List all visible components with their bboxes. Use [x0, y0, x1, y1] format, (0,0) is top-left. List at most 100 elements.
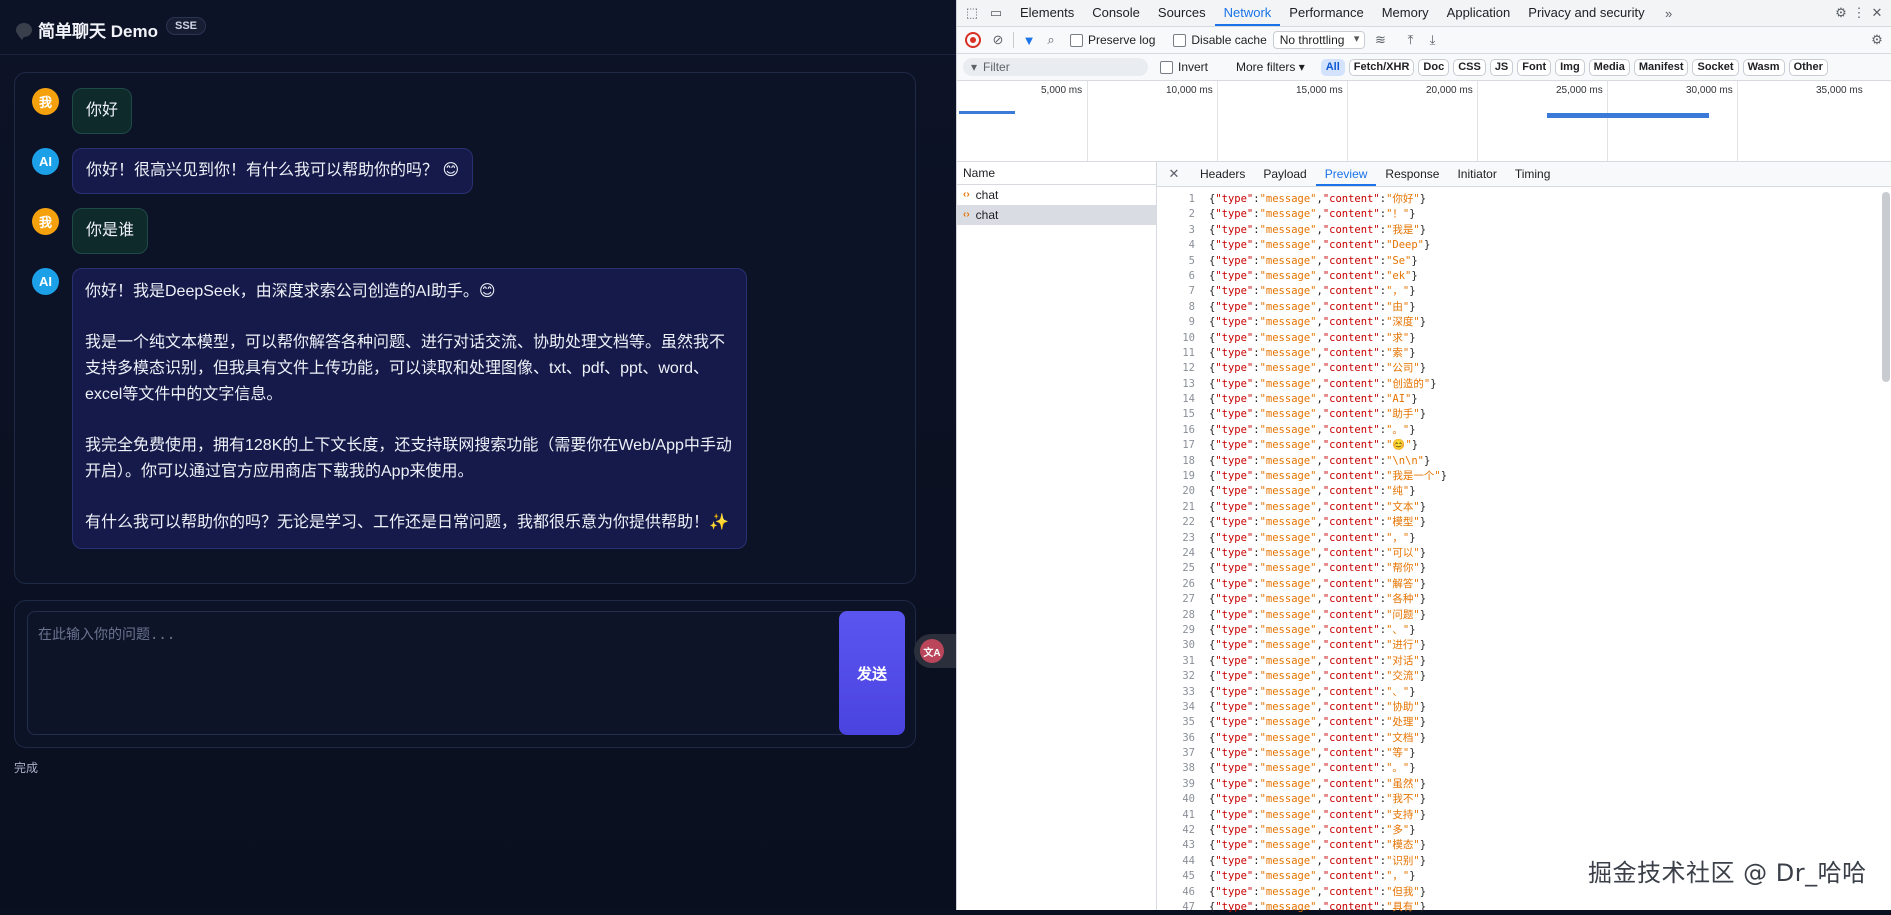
preview-line: 19 {"type":"message","content":"我是一个"} — [1157, 469, 1877, 484]
tab-initiator[interactable]: Initiator — [1448, 162, 1505, 186]
preview-line-text: {"type":"message","content":"索"} — [1209, 346, 1416, 359]
line-number: 30 — [1182, 639, 1195, 652]
network-settings-icon[interactable]: ⚙ — [1868, 31, 1886, 49]
tab-network[interactable]: Network — [1214, 0, 1281, 26]
preview-line-text: {"type":"message","content":"可以"} — [1209, 546, 1427, 559]
status-text: 完成 — [14, 761, 39, 775]
name-column-header[interactable]: Name — [957, 162, 1156, 185]
message-text: 你好！很高兴见到你！有什么我可以帮助你的吗？ 😊 — [86, 162, 460, 179]
vertical-scrollbar[interactable] — [1882, 192, 1890, 382]
preview-line-text: {"type":"message","content":"公司"} — [1209, 362, 1427, 375]
preview-line-text: {"type":"message","content":"AI"} — [1209, 393, 1418, 406]
filter-chip-fetch-xhr[interactable]: Fetch/XHR — [1348, 58, 1415, 76]
translate-extension-button[interactable]: 文A — [914, 634, 958, 668]
filter-chip-wasm[interactable]: Wasm — [1742, 58, 1785, 76]
line-number: 14 — [1182, 393, 1195, 406]
import-har-icon[interactable]: ⤒ — [1401, 31, 1419, 49]
inspect-element-icon[interactable]: ⬚ — [963, 4, 981, 22]
fetch-request-icon: ‹› — [963, 189, 970, 200]
filter-chip-css[interactable]: CSS — [1453, 58, 1486, 76]
line-number: 39 — [1182, 777, 1195, 790]
line-number: 35 — [1182, 716, 1195, 729]
invert-checkbox[interactable]: Invert — [1160, 60, 1208, 74]
preview-line: 24 {"type":"message","content":"可以"} — [1157, 546, 1877, 561]
record-icon[interactable] — [965, 32, 981, 48]
request-name: chat — [975, 208, 999, 222]
preview-line: 47 {"type":"message","content":"具有"} — [1157, 900, 1877, 915]
preview-code[interactable]: 1 {"type":"message","content":"你好"} 2 {"typ… — [1157, 192, 1877, 915]
timeline-gridline — [1087, 81, 1088, 161]
clear-icon[interactable]: ⊘ — [989, 31, 1007, 49]
preview-line-text: {"type":"message","content":"等"} — [1209, 747, 1416, 760]
filter-chip-socket[interactable]: Socket — [1692, 58, 1739, 76]
preview-line: 38 {"type":"message","content":"。"} — [1157, 761, 1877, 776]
line-number: 44 — [1182, 854, 1195, 867]
filter-chip-font[interactable]: Font — [1517, 58, 1552, 76]
question-input[interactable] — [28, 612, 848, 734]
preview-line: 1 {"type":"message","content":"你好"} — [1157, 192, 1877, 207]
tab-console[interactable]: Console — [1083, 0, 1149, 26]
preview-line-text: {"type":"message","content":"，"} — [1209, 285, 1416, 298]
tab-elements[interactable]: Elements — [1011, 0, 1083, 26]
filter-chip-other[interactable]: Other — [1788, 58, 1828, 76]
filter-chip-manifest[interactable]: Manifest — [1633, 58, 1689, 76]
tab-headers[interactable]: Headers — [1191, 162, 1254, 186]
filter-funnel-icon[interactable]: ▼ — [1020, 31, 1038, 49]
detail-tab-bar: ✕ Headers Payload Preview Response Initi… — [1157, 162, 1891, 187]
device-toolbar-icon[interactable]: ▭ — [987, 4, 1005, 22]
filter-input[interactable]: ▾ Filter — [963, 58, 1148, 76]
request-row-selected[interactable]: ‹› chat — [957, 205, 1156, 225]
preview-line: 10 {"type":"message","content":"求"} — [1157, 331, 1877, 346]
user-message: 你是谁 — [72, 208, 149, 254]
preview-line-text: {"type":"message","content":"。"} — [1209, 762, 1416, 775]
filter-chip-js[interactable]: JS — [1489, 58, 1514, 76]
line-number: 40 — [1182, 793, 1195, 806]
timeline-gridline — [1477, 81, 1478, 161]
settings-gear-icon[interactable]: ⚙ — [1832, 4, 1850, 22]
preview-line: 18 {"type":"message","content":"\n\n"} — [1157, 454, 1877, 469]
preview-line-text: {"type":"message","content":"协助"} — [1209, 700, 1427, 713]
kebab-menu-icon[interactable]: ⋮ — [1850, 4, 1868, 22]
filter-chip-img[interactable]: Img — [1555, 58, 1585, 76]
more-tabs-icon[interactable]: » — [1660, 4, 1678, 22]
line-number: 9 — [1188, 316, 1195, 329]
preview-line-text: {"type":"message","content":"！"} — [1209, 208, 1416, 221]
preview-line-text: {"type":"message","content":"我是"} — [1209, 223, 1427, 236]
tab-memory[interactable]: Memory — [1373, 0, 1438, 26]
tab-privacy-security[interactable]: Privacy and security — [1519, 0, 1653, 26]
preview-line: 30 {"type":"message","content":"进行"} — [1157, 638, 1877, 653]
preview-line: 41 {"type":"message","content":"支持"} — [1157, 808, 1877, 823]
filter-chip-media[interactable]: Media — [1588, 58, 1630, 76]
timeline-tick-label: 5,000 ms — [1041, 85, 1083, 96]
tab-sources[interactable]: Sources — [1149, 0, 1215, 26]
preview-line: 25 {"type":"message","content":"帮你"} — [1157, 561, 1877, 576]
close-detail-icon[interactable]: ✕ — [1165, 165, 1183, 183]
preserve-log-checkbox[interactable]: Preserve log — [1070, 33, 1155, 47]
filter-chip-doc[interactable]: Doc — [1418, 58, 1450, 76]
network-timeline[interactable]: 5,000 ms 10,000 ms 15,000 ms 20,000 ms 2… — [957, 81, 1891, 162]
disable-cache-checkbox[interactable]: Disable cache — [1173, 33, 1267, 47]
tab-timing[interactable]: Timing — [1506, 162, 1560, 186]
preview-line-text: {"type":"message","content":"模型"} — [1209, 516, 1427, 529]
network-toolbar: ⊘ ▼ ⌕ Preserve log Disable cache No thro… — [957, 27, 1891, 54]
divider — [1013, 32, 1014, 48]
line-number: 1 — [1188, 193, 1195, 205]
tab-application[interactable]: Application — [1438, 0, 1520, 26]
more-filters-dropdown[interactable]: More filters ▾ — [1236, 60, 1305, 74]
tab-response[interactable]: Response — [1376, 162, 1448, 186]
request-row[interactable]: ‹› chat — [957, 185, 1156, 205]
send-button[interactable]: 发送 — [839, 611, 905, 735]
message-list[interactable]: 我 你好 AI 你好！很高兴见到你！有什么我可以帮助你的吗？ 😊 我 你是谁 A… — [14, 72, 916, 584]
preview-line: 22 {"type":"message","content":"模型"} — [1157, 515, 1877, 530]
close-devtools-icon[interactable]: ✕ — [1868, 4, 1886, 22]
tab-payload[interactable]: Payload — [1254, 162, 1315, 186]
filter-chip-all[interactable]: All — [1320, 58, 1345, 76]
network-conditions-icon[interactable]: ≋ — [1371, 31, 1389, 49]
search-icon[interactable]: ⌕ — [1042, 31, 1060, 49]
export-har-icon[interactable]: ⤓ — [1423, 31, 1441, 49]
devtools-panel: ⬚ ▭ Elements Console Sources Network Per… — [956, 0, 1891, 913]
tab-performance[interactable]: Performance — [1280, 0, 1372, 26]
throttling-select[interactable]: No throttling — [1272, 31, 1366, 49]
tab-preview[interactable]: Preview — [1315, 162, 1377, 186]
preview-line-text: {"type":"message","content":"交流"} — [1209, 670, 1427, 683]
